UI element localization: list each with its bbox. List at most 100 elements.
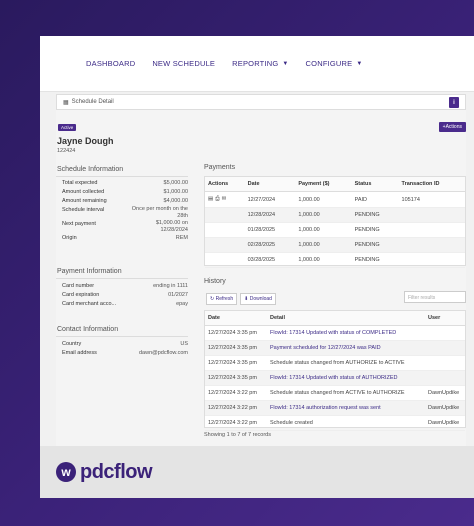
- schedule-info-row: Total expected $5,000.00: [62, 179, 188, 188]
- payment-actions-cell: [205, 252, 245, 268]
- status-badge: Active: [58, 124, 77, 131]
- schedule-info-row: Amount collected $1,000.00: [62, 188, 188, 197]
- top-navigation: DASHBOARD NEW SCHEDULE REPORTING ▼ CONFIG…: [40, 36, 474, 92]
- history-date-cell: 12/27/2024 3:35 pm: [205, 325, 267, 341]
- customer-name: Jayne Dough: [57, 136, 114, 146]
- payment-info-label: Card number: [62, 283, 95, 289]
- caret-down-icon: ▼: [282, 60, 289, 67]
- history-user-cell: DawnUpdike: [425, 400, 465, 416]
- payment-actions-cell: [205, 222, 245, 238]
- history-detail-cell[interactable]: FlowId: 17314 Updated with status of AUT…: [267, 370, 425, 386]
- table-row: 12/28/2024 1,000.00 PENDING: [205, 207, 465, 223]
- contact-info-label: Country: [62, 341, 82, 347]
- schedule-info-value: $5,000.00: [163, 180, 188, 186]
- history-filter-input[interactable]: Filter results: [404, 291, 466, 303]
- refresh-button[interactable]: ↻ Refresh: [206, 293, 238, 305]
- schedule-info-value: $1,000.00 on 12/28/2024: [155, 220, 188, 233]
- history-date-cell: 12/27/2024 3:22 pm: [205, 415, 267, 431]
- table-row: 12/27/2024 3:22 pm Schedule created DawnUp…: [205, 415, 465, 431]
- caret-down-icon: ▼: [356, 60, 363, 67]
- payment-info-row: Card number ending in 1111: [62, 282, 188, 291]
- history-user-cell: [425, 340, 465, 356]
- download-icon: ⬇: [244, 296, 249, 302]
- schedule-info-row: Schedule interval Once per month on the 2…: [62, 206, 188, 220]
- history-detail-cell[interactable]: FlowId: 17314 Updated with status of COM…: [267, 325, 425, 341]
- schedule-info-label: Amount collected: [62, 189, 105, 195]
- history-table-card: Date Detail User 12/27/2024 3:35 pm FlowId:…: [204, 310, 466, 431]
- pdcflow-logo-text: pdcflow: [80, 460, 153, 483]
- contact-info-value: dawn@pdcflow.com: [139, 350, 188, 356]
- payment-info-row: Card expiration 01/2027: [62, 291, 188, 300]
- nav-configure[interactable]: CONFIGURE ▼: [306, 59, 363, 68]
- table-row: 12/27/2024 3:35 pm FlowId: 17314 Updated …: [205, 370, 465, 386]
- history-date-cell: 12/27/2024 3:22 pm: [205, 385, 267, 401]
- schedule-info-list: Total expected $5,000.00 Amount collected $…: [62, 179, 188, 243]
- payment-amount-cell: 1,000.00: [295, 222, 352, 238]
- payment-txn-cell: [398, 252, 465, 268]
- history-detail-cell[interactable]: Payment scheduled for 12/27/2024 was PAI…: [267, 340, 425, 356]
- payments-table: Actions Date Payment ($) Status Transaction …: [205, 177, 465, 268]
- table-row: ▤ ⎙ ✉ 12/27/2024 1,000.00 PAID 105174: [205, 191, 465, 208]
- schedule-detail-panel: ▦ Schedule Detail i Active +Actions Jayn…: [56, 94, 466, 451]
- payment-actions-cell: ▤ ⎙ ✉: [205, 191, 245, 208]
- payment-info-label: Card merchant acco...: [62, 301, 117, 307]
- payment-amount-cell: 1,000.00: [295, 252, 352, 268]
- payment-actions-cell: [205, 237, 245, 253]
- download-button[interactable]: ⬇ Download: [240, 293, 276, 305]
- payment-date-cell: 12/28/2024: [244, 207, 296, 223]
- page-header-bar: ▦ Schedule Detail i: [56, 94, 466, 110]
- payment-actions-cell: [205, 207, 245, 223]
- schedule-info-value: REM: [175, 235, 188, 241]
- payment-status-cell: PENDING: [351, 207, 399, 223]
- brand-footer: w pdcflow: [40, 446, 474, 498]
- table-row: 12/27/2024 3:22 pm FlowId: 17314 authoriz…: [205, 400, 465, 416]
- history-date-cell: 12/27/2024 3:35 pm: [205, 340, 267, 356]
- print-icon[interactable]: ⎙: [215, 196, 219, 203]
- page-title: Schedule Detail: [71, 99, 114, 105]
- payments-header-cell: Actions: [205, 177, 245, 192]
- table-row: 12/27/2024 3:22 pm Schedule status change…: [205, 385, 465, 401]
- history-header-cell: Date: [205, 311, 267, 326]
- payments-header-cell: Status: [351, 177, 399, 192]
- app-window: DASHBOARD NEW SCHEDULE REPORTING ▼ CONFIG…: [40, 36, 474, 498]
- info-button[interactable]: i: [449, 97, 459, 108]
- email-icon[interactable]: ✉: [222, 196, 227, 203]
- history-record-count: Showing 1 to 7 of 7 records: [204, 432, 271, 438]
- nav-dashboard[interactable]: DASHBOARD: [86, 59, 135, 68]
- history-title: History: [204, 278, 226, 285]
- schedule-info-value: $1,000.00: [163, 189, 188, 195]
- calendar-icon: ▦: [63, 99, 69, 106]
- history-user-cell: [425, 370, 465, 386]
- history-table: Date Detail User 12/27/2024 3:35 pm FlowId:…: [205, 311, 465, 431]
- table-row: 12/27/2024 3:35 pm FlowId: 17314 Updated …: [205, 325, 465, 341]
- divider: [56, 336, 188, 337]
- customer-account: 122424: [57, 148, 76, 154]
- history-detail-cell[interactable]: FlowId: 17314 authorization request was …: [267, 400, 425, 416]
- history-date-cell: 12/27/2024 3:22 pm: [205, 400, 267, 416]
- payment-info-value: epay: [176, 301, 188, 307]
- receipt-icon[interactable]: ▤: [208, 196, 213, 203]
- schedule-info-row: Origin REM: [62, 234, 188, 243]
- schedule-info-title: Schedule Information: [57, 166, 124, 173]
- history-toolbar: ↻ Refresh ⬇ Download Filter results: [204, 290, 466, 308]
- payment-date-cell: 02/28/2025: [244, 237, 296, 253]
- history-date-cell: 12/27/2024 3:35 pm: [205, 370, 267, 386]
- pdcflow-logo-icon: w: [56, 462, 76, 482]
- actions-button[interactable]: +Actions: [438, 122, 466, 132]
- table-row: 03/28/2025 1,000.00 PENDING: [205, 252, 465, 268]
- contact-info-title: Contact Information: [57, 326, 119, 333]
- payment-txn-cell: [398, 237, 465, 253]
- contact-info-row: Country US: [62, 340, 188, 349]
- contact-info-list: Country US Email address dawn@pdcflow.com: [62, 340, 188, 358]
- table-row: 12/27/2024 3:35 pm Schedule status change…: [205, 355, 465, 371]
- payment-info-row: Card merchant acco... epay: [62, 300, 188, 309]
- payments-header-cell: Date: [244, 177, 296, 192]
- schedule-info-value: Once per month on the 28th: [131, 206, 188, 219]
- nav-new-schedule[interactable]: NEW SCHEDULE: [152, 59, 215, 68]
- divider: [56, 176, 188, 177]
- schedule-info-label: Origin: [62, 235, 77, 241]
- payment-status-cell: PAID: [351, 191, 399, 208]
- nav-reporting[interactable]: REPORTING ▼: [232, 59, 288, 68]
- contact-info-row: Email address dawn@pdcflow.com: [62, 349, 188, 358]
- table-row: 02/28/2025 1,000.00 PENDING: [205, 237, 465, 253]
